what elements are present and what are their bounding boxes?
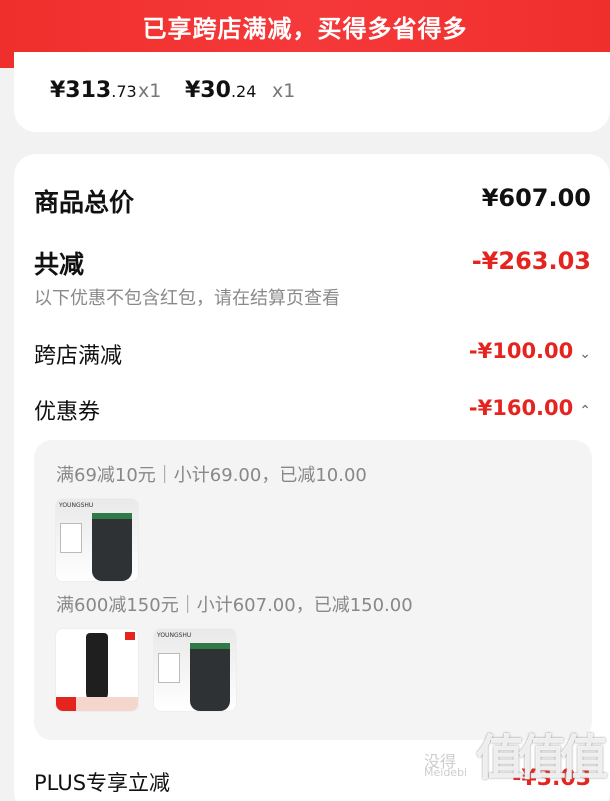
- item-price: ¥30.24: [185, 78, 257, 103]
- promo-banner-text: 已享跨店满减，买得多省得多: [142, 15, 468, 43]
- coupon-label: 优惠券: [34, 400, 101, 425]
- product-thumbnail[interactable]: [55, 628, 139, 712]
- discount-note: 以下优惠不包含红包，请在结算页查看: [34, 288, 340, 309]
- cross-store-label: 跨店满减: [34, 344, 123, 369]
- coupon-line: 满69减10元｜小计69.00，已减10.00: [56, 465, 367, 486]
- watermark-subtext: Meidebi: [424, 766, 468, 779]
- product-thumbnail[interactable]: YOUNGSHU: [55, 498, 139, 582]
- product-thumbnail[interactable]: YOUNGSHU: [153, 628, 237, 712]
- coupon-value: -¥160.00: [468, 396, 574, 420]
- watermark-logo: 值值值: [475, 730, 608, 786]
- chevron-down-icon[interactable]: ⌄: [579, 346, 591, 362]
- discount-label: 共减: [34, 250, 85, 279]
- cross-store-value: -¥100.00: [468, 339, 574, 363]
- discount-value: -¥263.03: [471, 247, 591, 275]
- cross-store-row[interactable]: -¥100.00 ⌄: [469, 339, 591, 363]
- chevron-up-icon[interactable]: ⌃: [579, 403, 591, 419]
- total-label: 商品总价: [34, 188, 135, 217]
- total-value: ¥607.00: [481, 184, 591, 212]
- item-quantity: x1: [272, 80, 296, 102]
- coupon-row[interactable]: -¥160.00 ⌃: [469, 396, 591, 420]
- item-quantity: x1: [138, 80, 162, 102]
- plus-discount-label: PLUS专享立减: [34, 771, 171, 795]
- item-price: ¥313.73: [50, 78, 137, 103]
- coupon-line: 满600减150元｜小计607.00，已减150.00: [56, 595, 413, 616]
